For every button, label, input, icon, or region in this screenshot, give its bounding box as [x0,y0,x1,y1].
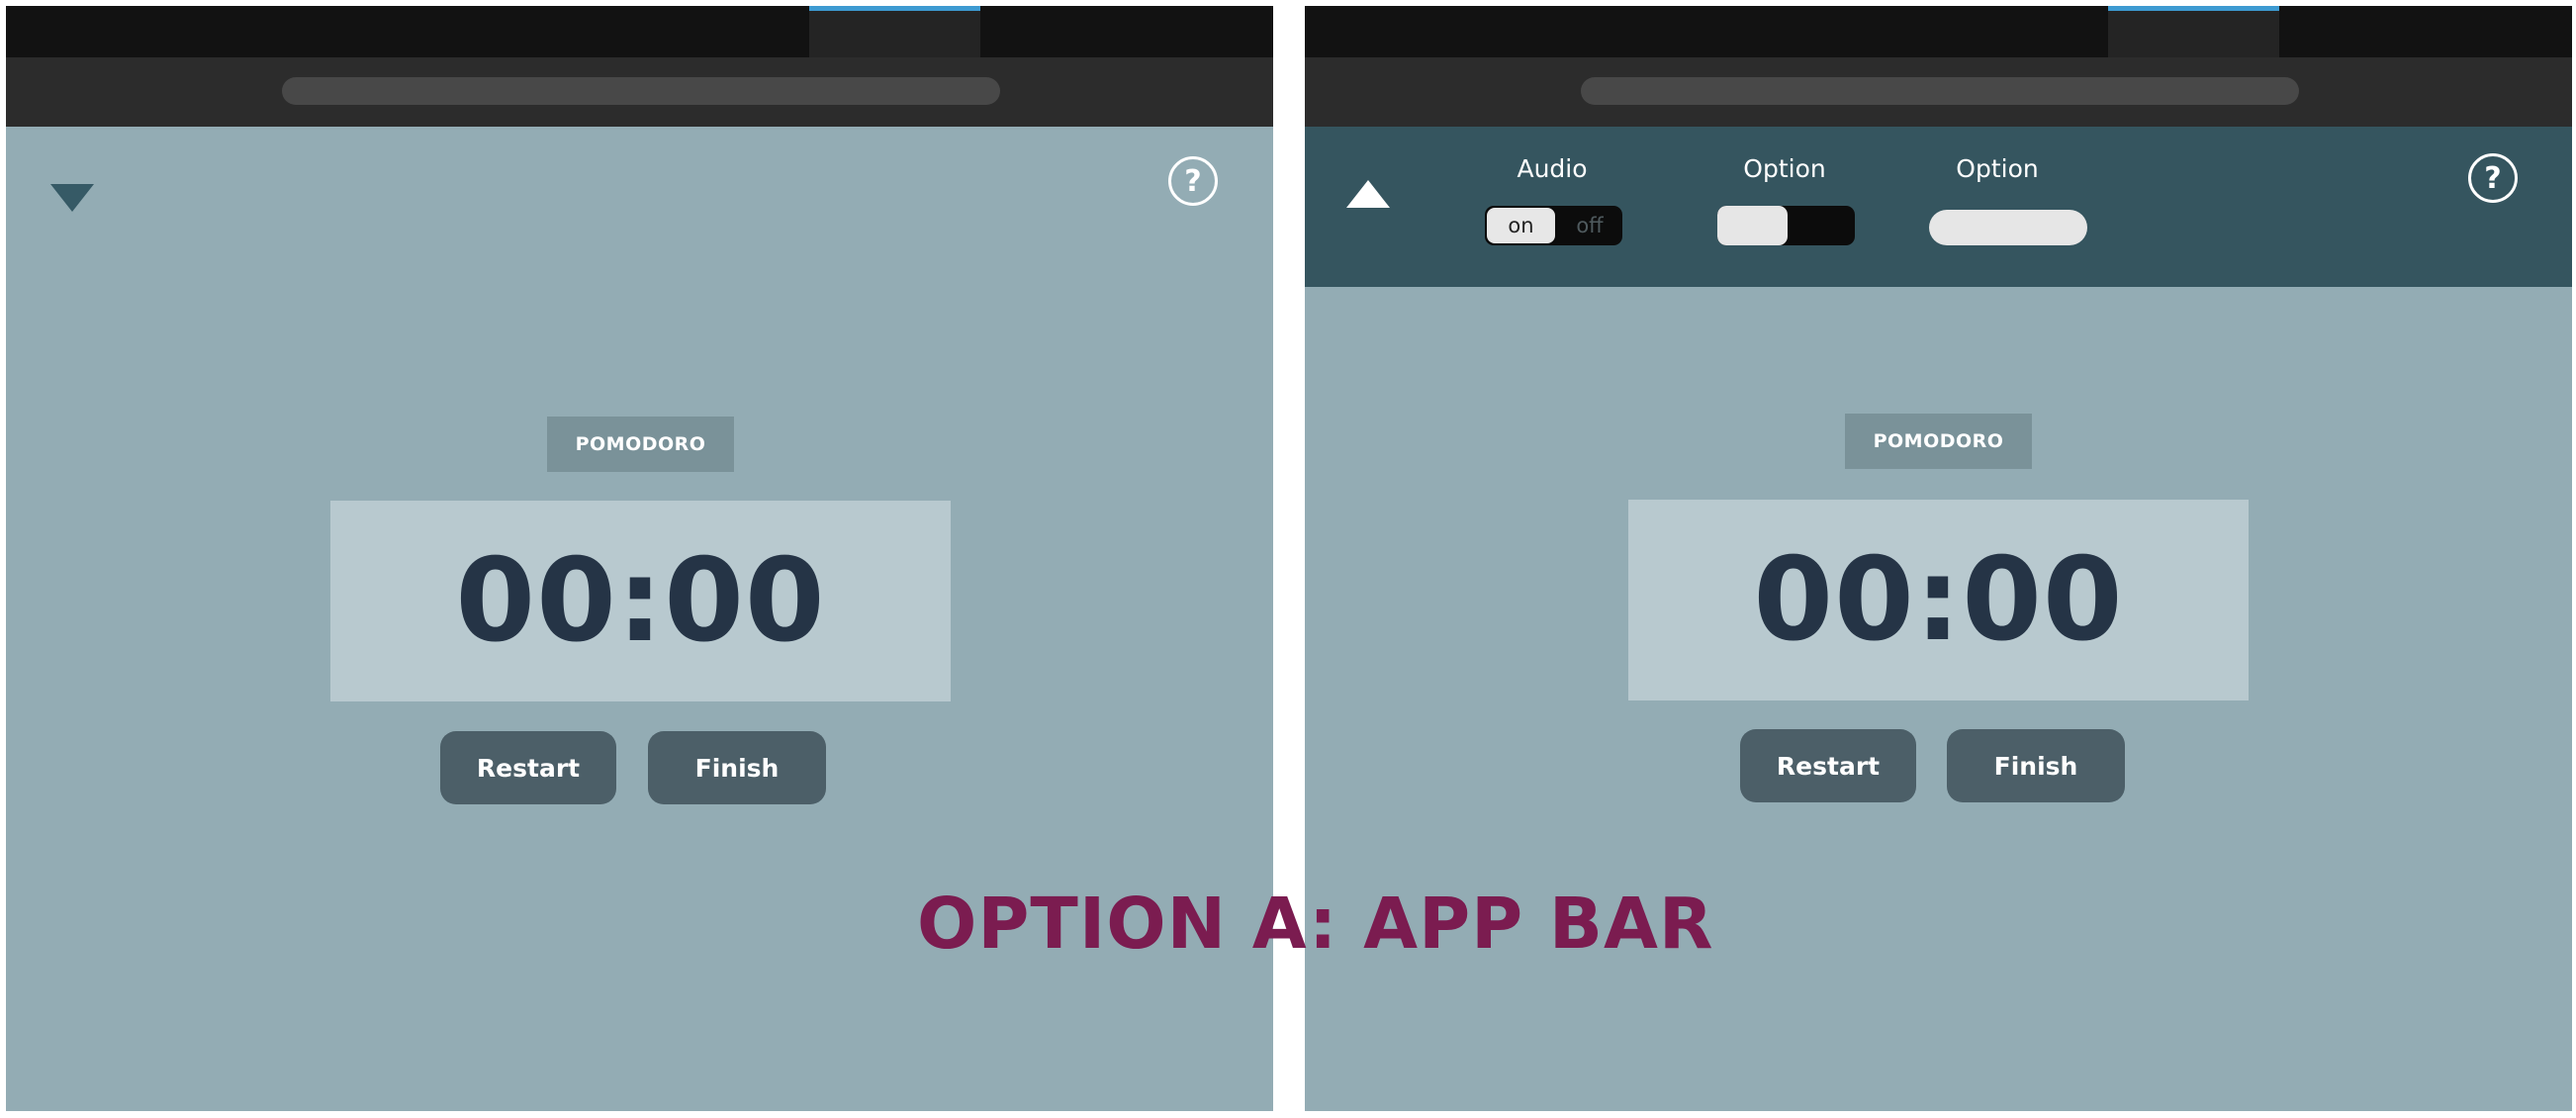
option-2-label: Option [1956,154,2039,183]
browser-toolbar [1305,57,2572,127]
option-1-label: Option [1743,154,1826,183]
audio-on-option[interactable]: on [1487,208,1555,243]
audio-off-option[interactable]: off [1557,206,1622,245]
option-1-toggle-knob [1717,206,1788,245]
browser-toolbar [6,57,1273,127]
active-tab-indicator [809,6,980,11]
option-2-toggle[interactable] [1929,210,2087,245]
mode-label: POMODORO [1845,414,2032,469]
timer-display: 00:00 [330,501,951,701]
active-tab[interactable] [2108,6,2279,57]
address-bar[interactable] [282,77,1000,105]
restart-button[interactable]: Restart [1740,729,1916,802]
audio-label: Audio [1517,154,1588,183]
active-tab[interactable] [809,6,980,57]
tab-strip [1305,6,2572,57]
active-tab-indicator [2108,6,2279,11]
help-icon[interactable]: ? [2468,153,2518,203]
restart-button[interactable]: Restart [440,731,616,804]
mode-label: POMODORO [547,417,734,472]
triangle-up-icon[interactable] [1346,180,1390,208]
app-bar: Audio on off Option Option [1305,127,2572,287]
finish-button[interactable]: Finish [648,731,826,804]
audio-toggle[interactable]: on off [1485,206,1622,245]
tab-strip [6,6,1273,57]
finish-button[interactable]: Finish [1947,729,2125,802]
caption-title: OPTION A: APP BAR [917,883,1714,965]
option-1-toggle[interactable] [1717,206,1855,245]
address-bar[interactable] [1581,77,2299,105]
triangle-down-icon[interactable] [50,184,94,212]
help-icon[interactable]: ? [1168,156,1218,206]
timer-display: 00:00 [1628,500,2249,700]
